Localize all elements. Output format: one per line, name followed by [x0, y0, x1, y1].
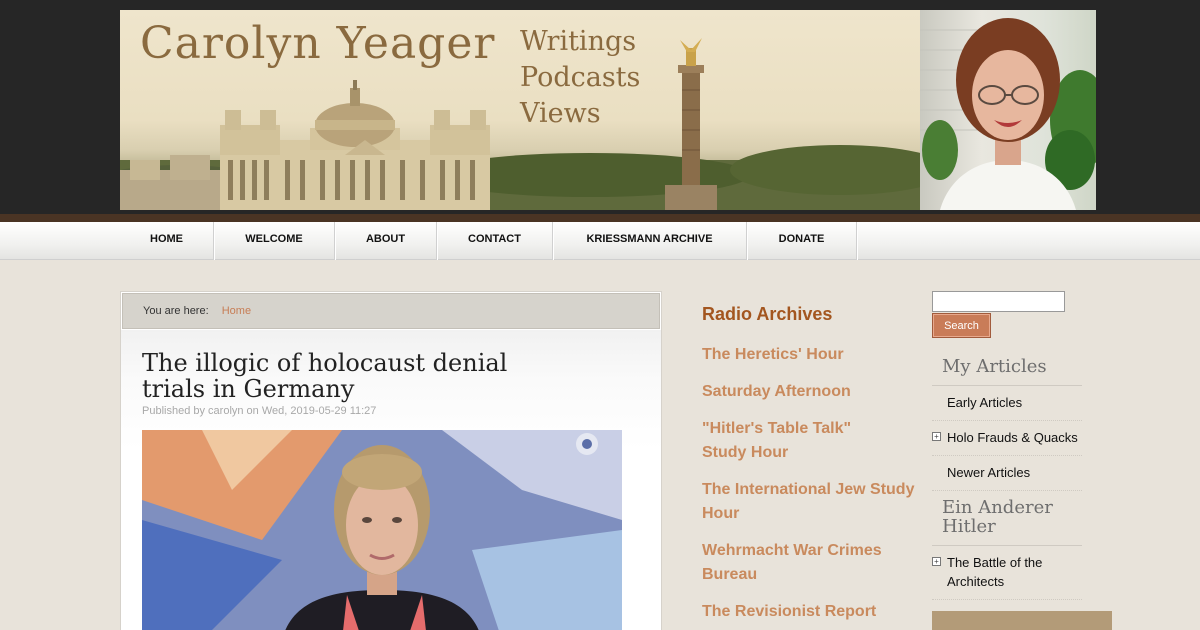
expand-plus-icon[interactable]: + [932, 432, 941, 441]
nav-kriessmann-archive[interactable]: KRIESSMANN ARCHIVE [553, 222, 747, 260]
tv-studio-image [142, 430, 622, 630]
tagline-line: Podcasts [520, 62, 641, 93]
sidebar-item-battle-architects[interactable]: + The Battle of the Architects [932, 546, 1082, 600]
site-tagline: Writings Podcasts Views [520, 24, 640, 132]
expand-plus-icon[interactable]: + [932, 557, 941, 566]
radio-link-international-jew[interactable]: The International Jew Study Hour [702, 478, 922, 526]
nav-welcome[interactable]: WELCOME [214, 222, 335, 260]
main-content: You are here: Home The illogic of holoca… [120, 291, 662, 630]
search-button[interactable]: Search [932, 313, 991, 338]
site-name[interactable]: Carolyn Yeager [140, 18, 495, 69]
radio-link-saturday-afternoon[interactable]: Saturday Afternoon [702, 380, 922, 404]
nav-donate[interactable]: DONATE [747, 222, 857, 260]
nav-about[interactable]: ABOUT [335, 222, 437, 260]
search-input[interactable] [932, 291, 1065, 312]
sidebar-item-label: Newer Articles [947, 465, 1031, 480]
my-articles-heading: My Articles [932, 357, 1082, 386]
article-image[interactable] [142, 430, 622, 630]
tagline-line: Views [520, 98, 601, 129]
radio-link-table-talk[interactable]: "Hitler's Table Talk" Study Hour [702, 417, 862, 465]
radio-archives: Radio Archives The Heretics' Hour Saturd… [702, 304, 922, 630]
header-divider [0, 214, 1200, 222]
article: The illogic of holocaust denial trials i… [121, 330, 661, 630]
sidebar-item-label: Holo Frauds & Quacks [947, 430, 1078, 445]
nav-home[interactable]: HOME [120, 222, 214, 260]
breadcrumb-label: You are here: [143, 305, 209, 317]
my-articles-block: My Articles Early Articles + Holo Frauds… [932, 357, 1082, 491]
radio-link-heretics-hour[interactable]: The Heretics' Hour [702, 343, 922, 367]
ein-anderer-hitler-block: Ein Anderer Hitler + The Battle of the A… [932, 498, 1082, 600]
sidebar-item-early-articles[interactable]: Early Articles [932, 386, 1082, 421]
sidebar-item-label: The Battle of the Architects [947, 555, 1043, 589]
radio-link-revisionist-report[interactable]: The Revisionist Report [702, 600, 922, 624]
breadcrumb-home-link[interactable]: Home [222, 305, 251, 317]
tagline-line: Writings [520, 26, 637, 57]
header-banner[interactable]: Carolyn Yeager Writings Podcasts Views [120, 10, 920, 210]
book-cover-image[interactable] [932, 611, 1112, 630]
sidebar-item-label: Early Articles [947, 395, 1023, 410]
radio-link-wehrmacht[interactable]: Wehrmacht War Crimes Bureau [702, 539, 892, 587]
author-portrait [920, 10, 1096, 210]
ein-anderer-heading: Ein Anderer Hitler [932, 498, 1082, 546]
main-navigation: HOME WELCOME ABOUT CONTACT KRIESSMANN AR… [0, 222, 1200, 260]
radio-archives-heading: Radio Archives [702, 304, 833, 324]
nav-contact[interactable]: CONTACT [437, 222, 553, 260]
sidebar-item-holo-frauds[interactable]: + Holo Frauds & Quacks [932, 421, 1082, 456]
portrait-image [920, 18, 1096, 210]
article-title[interactable]: The illogic of holocaust denial trials i… [142, 350, 572, 402]
breadcrumb: You are here: Home [122, 293, 660, 329]
article-byline: Published by carolyn on Wed, 2019-05-29 … [142, 405, 377, 417]
sidebar-item-newer-articles[interactable]: Newer Articles [932, 456, 1082, 491]
